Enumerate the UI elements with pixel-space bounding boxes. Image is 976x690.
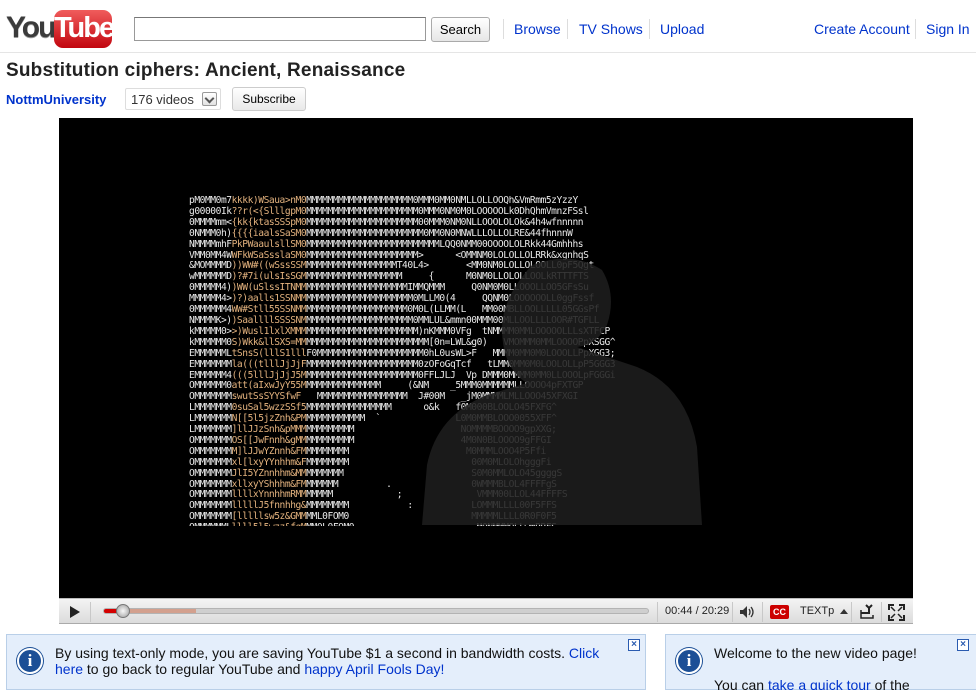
quality-arrow-icon[interactable] [840, 609, 848, 614]
subscribe-button[interactable]: Subscribe [232, 87, 306, 111]
play-icon[interactable] [65, 604, 83, 620]
logo-tube-text: Tube [54, 10, 115, 48]
welcome-text-part: of the [870, 677, 910, 690]
ascii-line: OMMMMMMLllll5l5wzz&fgMMM0L0FOM0 M0NMMMOL… [189, 522, 781, 526]
nav-tv-shows-link[interactable]: TV Shows [579, 21, 643, 37]
captions-icon[interactable]: CC [770, 605, 789, 619]
welcome-line: You can take a quick tour of the [714, 677, 910, 690]
nav-upload-link[interactable]: Upload [660, 21, 704, 37]
create-account-link[interactable]: Create Account [814, 21, 910, 37]
video-title: Substitution ciphers: Ancient, Renaissan… [6, 60, 406, 81]
control-divider [851, 602, 852, 622]
progress-bar[interactable] [103, 608, 649, 614]
popout-icon[interactable] [859, 604, 875, 620]
sign-in-link[interactable]: Sign In [926, 21, 970, 37]
channel-name-link[interactable]: NottmUniversity [6, 92, 106, 107]
search-button[interactable]: Search [431, 17, 490, 42]
fullscreen-icon[interactable] [888, 604, 905, 621]
logo-you-text: You [6, 11, 56, 44]
nav-browse-link[interactable]: Browse [514, 21, 561, 37]
notice-text-part: to go back to regular YouTube and [83, 661, 305, 677]
quick-tour-link[interactable]: take a quick tour [768, 677, 871, 690]
control-divider [732, 602, 733, 622]
volume-icon[interactable] [739, 605, 755, 619]
youtube-logo[interactable]: You Tube [6, 9, 115, 49]
search-input[interactable] [134, 17, 426, 41]
close-icon[interactable]: × [957, 639, 969, 651]
notice-text-part: By using text-only mode, you are saving … [55, 645, 569, 661]
text-mode-notice: i By using text-only mode, you are savin… [6, 634, 646, 690]
video-count-label: 176 videos [131, 92, 194, 107]
scrubber-handle[interactable] [115, 604, 130, 618]
april-fools-link[interactable]: happy April Fools Day! [304, 661, 444, 677]
control-divider [881, 602, 882, 622]
control-divider [762, 602, 763, 622]
close-icon[interactable]: × [628, 639, 640, 651]
welcome-notice: i Welcome to the new video page! You can… [665, 634, 976, 690]
nav-divider [915, 19, 916, 39]
info-icon: i [676, 648, 702, 674]
ascii-video-frame: pM0MM0m7kkkk)WSaua>nM0MMMMMMMMMMMMMMMMMM… [189, 196, 781, 526]
welcome-text-part: You can [714, 677, 768, 690]
text-mode-notice-text: By using text-only mode, you are saving … [55, 645, 625, 677]
quality-selector[interactable]: TEXTp [800, 605, 834, 617]
expand-icon[interactable] [201, 92, 217, 106]
video-count-dropdown[interactable]: 176 videos [125, 88, 221, 110]
control-divider [90, 602, 91, 622]
welcome-title: Welcome to the new video page! [714, 645, 917, 661]
control-divider [657, 602, 658, 622]
video-player[interactable]: pM0MM0m7kkkk)WSaua>nM0MMMMMMMMMMMMMMMMMM… [59, 118, 913, 598]
nav-divider [649, 19, 650, 39]
header-divider [0, 52, 976, 53]
nav-divider [503, 19, 504, 39]
time-display: 00:44 / 20:29 [665, 605, 730, 617]
player-controls: 00:44 / 20:29 CC TEXTp [59, 598, 913, 624]
nav-divider [567, 19, 568, 39]
info-icon: i [17, 648, 43, 674]
